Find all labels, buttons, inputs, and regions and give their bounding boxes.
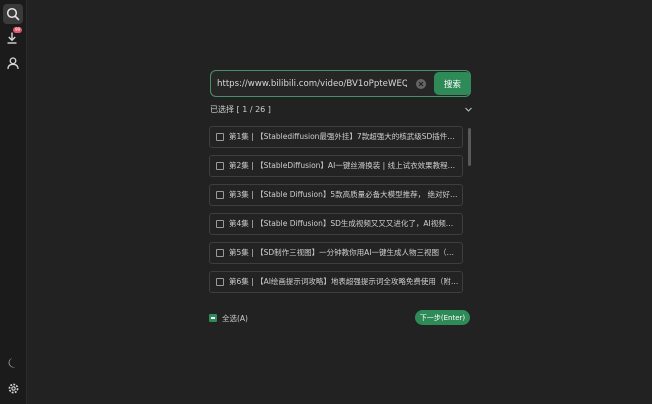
user-nav-button[interactable] (3, 53, 23, 73)
episode-item[interactable]: 第3集 | 【Stable Diffusion】5款高质量必备大模型推荐， 绝对… (209, 184, 463, 206)
main-panel: 搜索 已选择 [ 1 / 26 ] 第1集 | 【Stablediffusion… (27, 0, 652, 404)
settings-button[interactable] (3, 378, 23, 398)
download-icon (7, 32, 17, 44)
clear-input-button[interactable] (416, 79, 426, 89)
theme-toggle-button[interactable] (3, 353, 23, 373)
episode-item[interactable]: 第4集 | 【Stable Diffusion】SD生成视频又又又进化了，AI视… (209, 213, 463, 235)
episode-title: 第5集 | 【SD制作三视图】一分钟教你用AI一键生成人物三视图（附... (229, 248, 459, 257)
episode-title: 第2集 | 【StableDiffusion】AI一键丝滑换装 | 线上试衣效果… (229, 161, 459, 170)
episode-item[interactable]: 第2集 | 【StableDiffusion】AI一键丝滑换装 | 线上试衣效果… (209, 155, 463, 177)
episode-checkbox[interactable] (216, 249, 224, 257)
select-all-label: 全选(A) (222, 313, 248, 323)
episode-list: 第1集 | 【Stablediffusion最强外挂】7款超强大的核武级SD插件… (209, 124, 463, 300)
selection-count: 已选择 [ 1 / 26 ] (210, 105, 271, 114)
search-bar: 搜索 (210, 70, 471, 97)
url-input[interactable] (217, 75, 407, 93)
episode-title: 第1集 | 【Stablediffusion最强外挂】7款超强大的核武级SD插件… (229, 132, 459, 141)
search-nav-button[interactable] (3, 4, 23, 24)
collapse-toggle[interactable] (464, 105, 473, 116)
episode-title: 第4集 | 【Stable Diffusion】SD生成视频又又又进化了，AI视… (229, 219, 459, 228)
episode-item[interactable]: 第6集 | 【AI绘画提示词攻略】地表超强提示词全攻略免费使用（附1... (209, 271, 463, 293)
search-icon (6, 7, 20, 21)
download-count-badge: 99 (13, 27, 22, 33)
select-all-checkbox[interactable] (209, 314, 217, 322)
gear-icon (8, 383, 18, 393)
chevron-down-icon (465, 107, 472, 112)
list-scrollbar[interactable] (468, 124, 472, 300)
episode-checkbox[interactable] (216, 191, 224, 199)
search-button[interactable]: 搜索 (434, 72, 471, 95)
episode-item[interactable]: 第1集 | 【Stablediffusion最强外挂】7款超强大的核武级SD插件… (209, 126, 463, 148)
scrollbar-thumb[interactable] (468, 128, 471, 166)
episode-title: 第3集 | 【Stable Diffusion】5款高质量必备大模型推荐， 绝对… (229, 190, 459, 199)
sidebar: 99 (0, 0, 27, 404)
episode-checkbox[interactable] (216, 133, 224, 141)
selection-header: 已选择 [ 1 / 26 ] (210, 104, 473, 116)
close-icon (418, 81, 424, 87)
select-all[interactable]: 全选(A) (209, 313, 248, 323)
episode-title: 第6集 | 【AI绘画提示词攻略】地表超强提示词全攻略免费使用（附1... (229, 277, 459, 286)
episode-checkbox[interactable] (216, 220, 224, 228)
user-icon (7, 57, 19, 70)
next-step-button[interactable]: 下一步(Enter) (415, 310, 470, 325)
episode-checkbox[interactable] (216, 162, 224, 170)
moon-icon (8, 358, 16, 368)
episode-item[interactable]: 第5集 | 【SD制作三视图】一分钟教你用AI一键生成人物三视图（附... (209, 242, 463, 264)
episode-checkbox[interactable] (216, 278, 224, 286)
